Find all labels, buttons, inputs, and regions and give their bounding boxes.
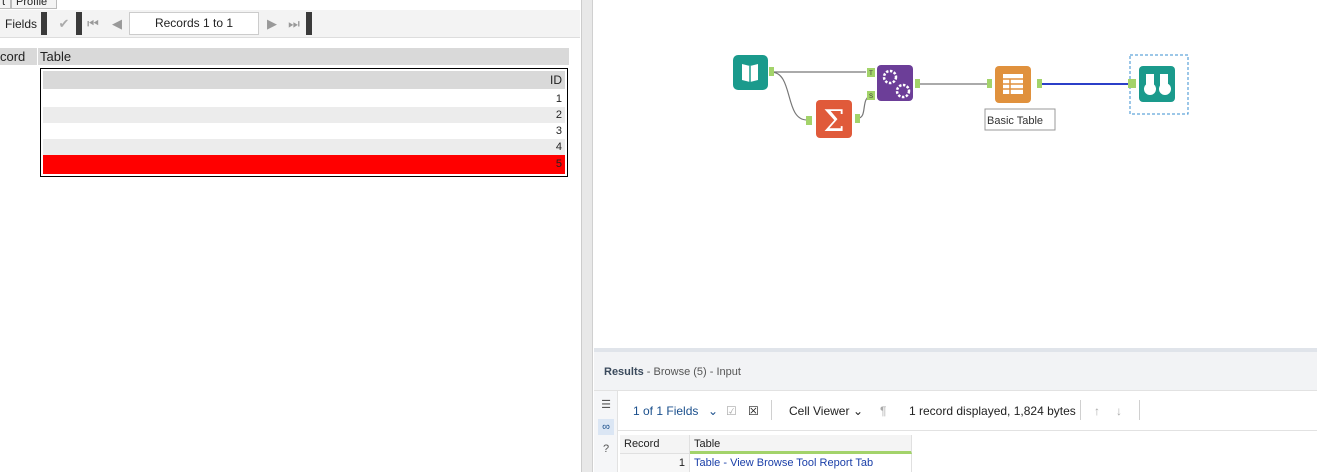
column-header-record[interactable]: Record [620, 435, 690, 454]
help-icon[interactable]: ? [598, 441, 614, 457]
records-indicator: Records 1 to 1 [129, 12, 259, 35]
column-header-table[interactable]: Table [690, 435, 912, 454]
browse-tool[interactable] [1128, 54, 1189, 115]
report-toolbar: Fields ✔ ⏮ ◀ Records 1 to 1 ▶ ⏭ [0, 10, 580, 38]
anchor-source-label: S [869, 94, 873, 100]
results-body: ☰ ∞ ? 1 of 1 Fields ⌄ ☑ ☒ Cell Viewer ⌄ … [594, 390, 1317, 472]
toolbar-separator [771, 400, 772, 420]
chevron-down-icon[interactable]: ⌄ [853, 404, 863, 418]
tab-report[interactable]: t [0, 0, 11, 9]
list-icon[interactable]: ☰ [598, 397, 614, 413]
toolbar-separator [1080, 400, 1081, 420]
results-sidebar: ☰ ∞ ? [594, 391, 618, 472]
workflow-canvas[interactable]: Σ T S Basic Table [594, 0, 1317, 348]
first-record-icon[interactable]: ⏮ [84, 15, 102, 33]
previous-record-icon[interactable]: ◀ [108, 15, 126, 33]
results-title: Results - Browse (5) - Input [604, 366, 741, 378]
record-status: 1 record displayed, 1,824 bytes [909, 404, 1076, 418]
basic-table-label: Basic Table [984, 108, 1056, 131]
anchor-target-label: T [869, 71, 873, 77]
arrow-up-icon[interactable]: ↑ [1094, 404, 1100, 418]
pilcrow-icon[interactable]: ¶ [880, 404, 886, 418]
results-pane: Results - Browse (5) - Input ☰ ∞ ? 1 of … [594, 348, 1317, 472]
report-table-row-highlighted: 5 [43, 155, 565, 174]
svg-text:Basic Table: Basic Table [987, 115, 1043, 127]
svg-text:Σ: Σ [823, 104, 844, 139]
results-source: - Browse (5) - Input [643, 366, 741, 378]
toolbar-separator [1139, 400, 1140, 420]
cell-viewer-dropdown[interactable]: Cell Viewer [789, 404, 849, 418]
connection-input-summarize[interactable] [770, 71, 808, 121]
report-table-row: 2 [43, 107, 565, 123]
report-table: ID 1 2 3 4 5 [40, 68, 568, 177]
binoculars-icon[interactable]: ∞ [598, 419, 614, 435]
tab-strip: t Profile [0, 0, 581, 9]
chevron-down-icon[interactable]: ⌄ [708, 404, 718, 418]
separator-bar [306, 12, 312, 35]
separator-bar [76, 12, 82, 35]
arrow-down-icon[interactable]: ↓ [1116, 404, 1122, 418]
report-table-header: ID [43, 71, 565, 89]
tab-profile[interactable]: Profile [11, 0, 57, 9]
input-tool[interactable] [733, 55, 774, 90]
record-number: 1 [620, 454, 690, 472]
results-toolbar: 1 of 1 Fields ⌄ ☑ ☒ Cell Viewer ⌄ ¶ 1 re… [618, 391, 1317, 431]
table-cell-link[interactable]: Table - View Browse Tool Report Tab [690, 454, 912, 472]
report-table-row: 1 [43, 91, 565, 107]
grid-header: cord Table [0, 48, 569, 65]
column-header-table[interactable]: Table [40, 49, 71, 64]
results-grid: Record Table 1 Table - View Browse Tool … [620, 435, 912, 472]
summarize-tool[interactable]: Σ [806, 100, 860, 139]
report-table-row: 4 [43, 139, 565, 155]
close-box-icon[interactable]: ☒ [748, 404, 759, 418]
report-panel: t Profile Fields ✔ ⏮ ◀ Records 1 to 1 ▶ … [0, 0, 581, 472]
report-table-row: 3 [43, 123, 565, 139]
append-fields-tool[interactable]: T S [867, 65, 920, 101]
check-box-icon[interactable]: ☑ [726, 404, 737, 418]
basic-table-tool[interactable] [987, 66, 1042, 103]
column-header-record[interactable]: cord [0, 49, 25, 64]
app-window: t Profile Fields ✔ ⏮ ◀ Records 1 to 1 ▶ … [0, 0, 1317, 472]
column-divider [37, 48, 38, 65]
check-icon[interactable]: ✔ [55, 15, 73, 33]
splitter[interactable] [581, 0, 593, 472]
separator-bar [41, 12, 47, 35]
fields-label[interactable]: Fields [5, 17, 37, 31]
next-record-icon[interactable]: ▶ [263, 15, 281, 33]
fields-dropdown[interactable]: 1 of 1 Fields [633, 404, 698, 418]
results-label: Results [604, 366, 644, 378]
last-record-icon[interactable]: ⏭ [285, 15, 303, 33]
workflow-diagram: Σ T S Basic Table [733, 54, 1189, 139]
